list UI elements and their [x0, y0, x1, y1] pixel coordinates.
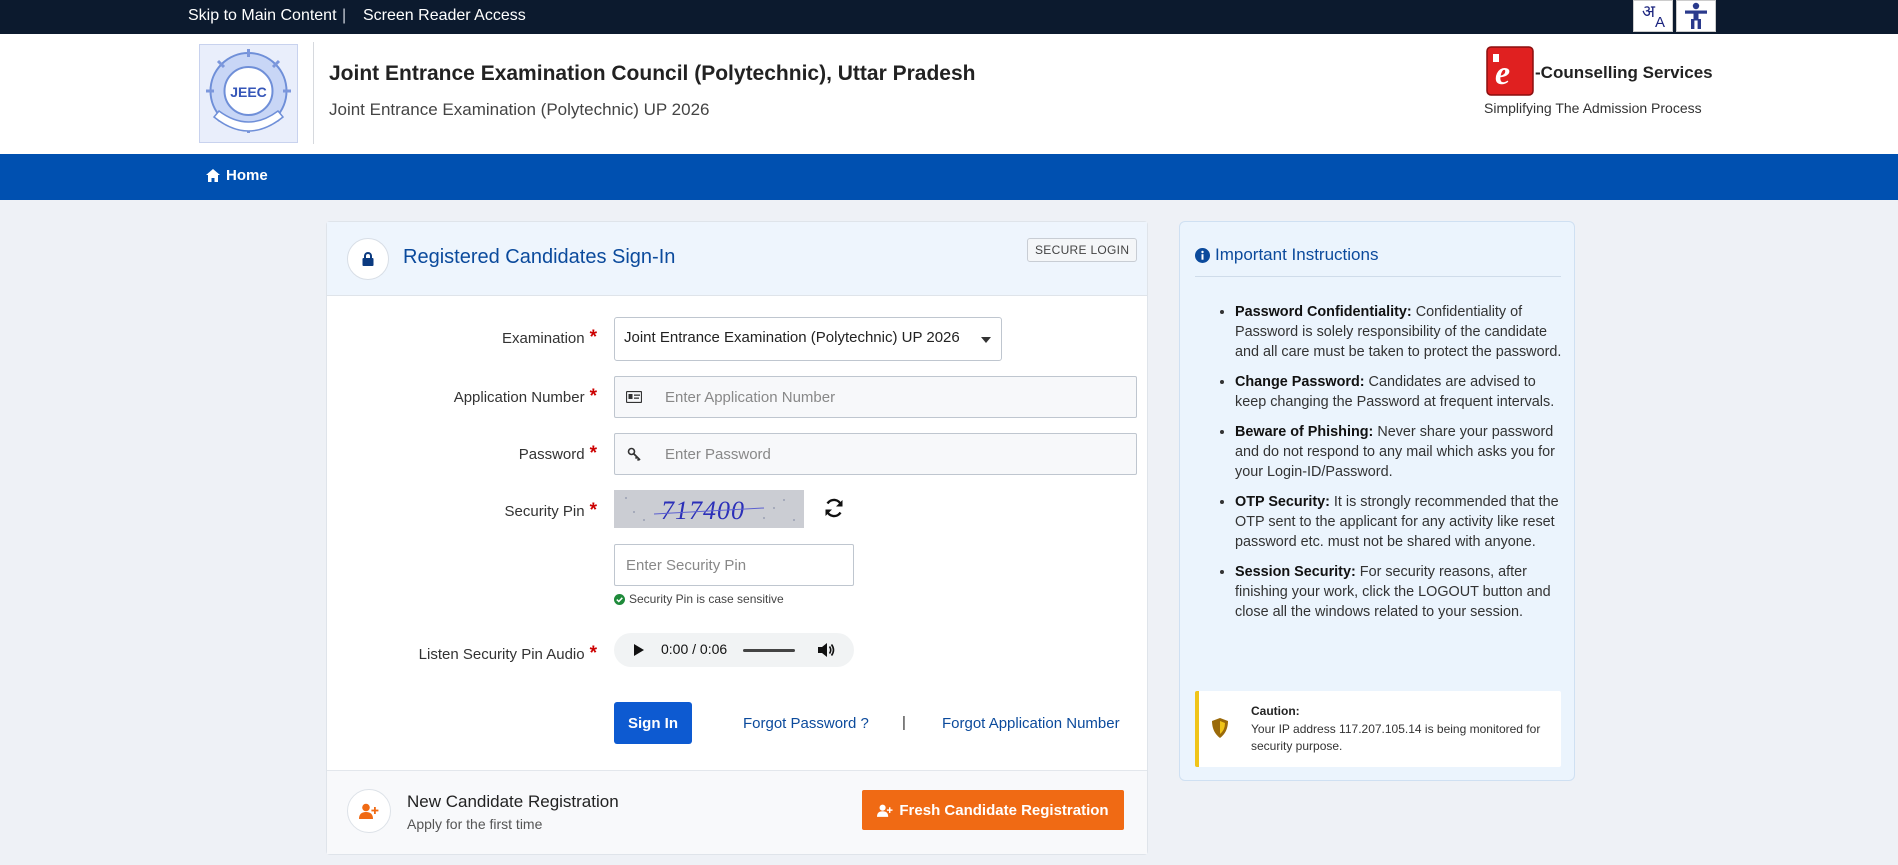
screen-reader-link[interactable]: Screen Reader Access: [363, 7, 526, 25]
required-mark: *: [589, 386, 597, 407]
captcha-image: 717400: [614, 490, 804, 528]
registration-subtitle: Apply for the first time: [407, 816, 543, 832]
e-counselling-logo: e: [1486, 46, 1534, 96]
examination-select[interactable]: Joint Entrance Examination (Polytechnic)…: [614, 317, 1002, 361]
list-item: OTP Security: It is strongly recommended…: [1235, 492, 1565, 552]
lock-icon: [362, 252, 374, 266]
required-mark: *: [589, 643, 597, 664]
brand-tagline: Simplifying The Admission Process: [1484, 100, 1702, 116]
password-label-text: Password: [518, 446, 585, 463]
logo-text: JEEC: [230, 84, 267, 100]
forgot-password-link[interactable]: Forgot Password ?: [743, 715, 869, 732]
sign-in-button[interactable]: Sign In: [614, 702, 692, 744]
examination-label-text: Examination: [502, 330, 585, 347]
id-card-icon: [615, 377, 653, 417]
password-input[interactable]: [655, 434, 1135, 474]
required-mark: *: [589, 443, 597, 464]
jeec-logo: JEEC: [199, 44, 298, 143]
list-item: Beware of Phishing: Never share your pas…: [1235, 422, 1565, 482]
examination-selected-value: Joint Entrance Examination (Polytechnic)…: [624, 329, 960, 346]
signin-card-header: Registered Candidates Sign-In SECURE LOG…: [327, 222, 1147, 296]
captcha-audio-player: 0:00 / 0:06: [614, 633, 854, 667]
captcha-text: 717400: [661, 496, 745, 525]
forgot-application-number-link[interactable]: Forgot Application Number: [942, 715, 1120, 732]
instructions-divider: [1195, 276, 1561, 277]
instructions-title-text: Important Instructions: [1215, 245, 1379, 264]
signin-card: Registered Candidates Sign-In SECURE LOG…: [326, 221, 1148, 855]
organization-subtitle: Joint Entrance Examination (Polytechnic)…: [329, 100, 710, 119]
instruction-heading: Change Password:: [1235, 374, 1365, 390]
english-glyph: A: [1655, 14, 1666, 31]
audio-label: Listen Security Pin Audio *: [297, 643, 597, 665]
instruction-heading: Beware of Phishing:: [1235, 424, 1374, 440]
topbar-separator: |: [342, 7, 347, 24]
pin-note-text: Security Pin is case sensitive: [629, 592, 784, 606]
application-number-input[interactable]: [655, 377, 1135, 417]
new-registration-section: New Candidate Registration Apply for the…: [327, 770, 1147, 854]
security-pin-label-text: Security Pin: [504, 503, 585, 520]
lock-badge: [347, 238, 389, 280]
required-mark: *: [589, 500, 597, 521]
nav-home-link[interactable]: Home: [206, 167, 268, 184]
application-number-group: [614, 376, 1137, 418]
registration-title: New Candidate Registration: [407, 792, 619, 811]
audio-progress-track[interactable]: [743, 649, 795, 652]
list-item: Change Password: Candidates are advised …: [1235, 372, 1565, 412]
refresh-captcha-button[interactable]: [821, 494, 847, 522]
accessibility-button[interactable]: [1676, 0, 1716, 32]
user-plus-icon: [877, 804, 893, 817]
instruction-heading: Password Confidentiality:: [1235, 304, 1412, 320]
fresh-registration-label: Fresh Candidate Registration: [899, 801, 1109, 819]
play-icon[interactable]: [634, 644, 644, 656]
nav-home-label: Home: [226, 167, 268, 184]
caution-box: Caution: Your IP address 117.207.105.14 …: [1195, 691, 1561, 767]
home-icon: [206, 169, 220, 182]
audio-time: 0:00 / 0:06: [661, 641, 728, 657]
fresh-registration-button[interactable]: Fresh Candidate Registration: [862, 790, 1124, 830]
list-item: Session Security: For security reasons, …: [1235, 562, 1565, 622]
organization-title: Joint Entrance Examination Council (Poly…: [329, 62, 976, 85]
instruction-heading: Session Security:: [1235, 564, 1356, 580]
application-label-text: Application Number: [453, 389, 585, 406]
instructions-title: Important Instructions: [1195, 245, 1378, 265]
check-circle-icon: [614, 593, 625, 605]
instructions-list: Password Confidentiality: Confidentialit…: [1200, 302, 1565, 632]
password-label: Password *: [297, 443, 597, 465]
secure-login-badge: SECURE LOGIN: [1027, 238, 1138, 262]
password-group: [614, 433, 1137, 475]
shield-icon: [1212, 718, 1228, 738]
security-pin-label: Security Pin *: [297, 500, 597, 522]
caution-title: Caution:: [1251, 704, 1300, 718]
registration-badge: [347, 789, 391, 833]
instruction-heading: OTP Security:: [1235, 494, 1330, 510]
header-divider: [313, 42, 314, 144]
main-navigation: Home: [0, 154, 1898, 200]
refresh-icon: [825, 498, 843, 518]
hindi-glyph: अ: [1642, 2, 1655, 21]
required-mark: *: [589, 327, 597, 348]
pin-case-note: Security Pin is case sensitive: [614, 592, 784, 606]
language-toggle-button[interactable]: अ A: [1633, 0, 1673, 32]
link-separator: |: [902, 714, 906, 731]
accessibility-icon: [1685, 2, 1707, 29]
skip-to-main-link[interactable]: Skip to Main Content: [188, 7, 337, 25]
info-circle-icon: [1195, 247, 1210, 263]
audio-label-text: Listen Security Pin Audio: [418, 646, 585, 663]
examination-label: Examination *: [297, 327, 597, 349]
list-item: Password Confidentiality: Confidentialit…: [1235, 302, 1565, 362]
site-header: JEEC Joint Entrance Examination Council …: [0, 34, 1898, 154]
caret-down-icon: [981, 337, 991, 343]
security-pin-input[interactable]: [614, 544, 854, 586]
instructions-panel: Important Instructions Password Confiden…: [1179, 221, 1575, 781]
volume-icon[interactable]: [817, 642, 835, 658]
signin-title: Registered Candidates Sign-In: [403, 246, 676, 268]
key-icon: [615, 434, 653, 474]
user-plus-icon: [359, 803, 379, 819]
brand-name: -Counselling Services: [1535, 63, 1713, 82]
top-utility-bar: Skip to Main Content | Screen Reader Acc…: [0, 0, 1898, 34]
caution-text: Your IP address 117.207.105.14 is being …: [1251, 722, 1541, 753]
application-number-label: Application Number *: [297, 386, 597, 408]
